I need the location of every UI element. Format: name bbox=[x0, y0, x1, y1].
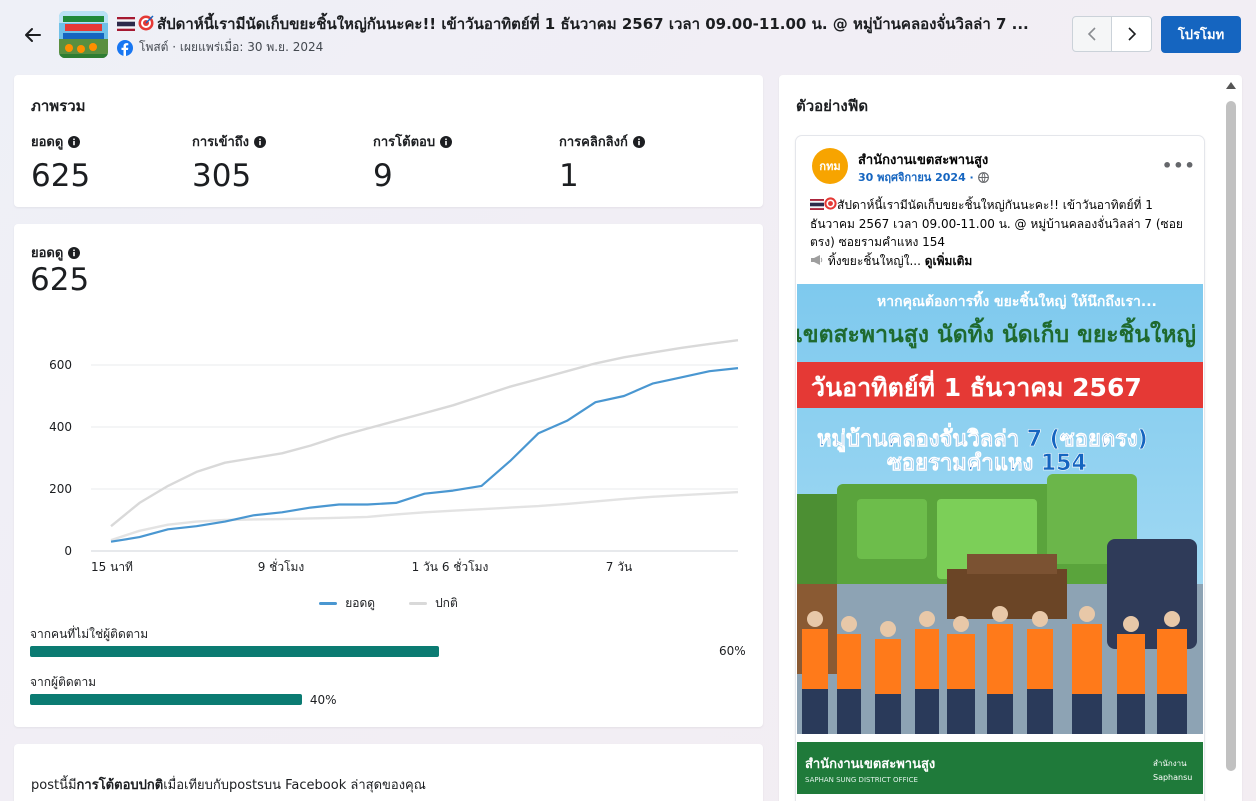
back-arrow-icon[interactable] bbox=[22, 24, 44, 46]
views-total: 625 bbox=[30, 262, 90, 298]
info-icon[interactable] bbox=[632, 135, 645, 148]
legend-item-normal[interactable]: ปกติ bbox=[409, 594, 458, 613]
post-navigation bbox=[1072, 16, 1152, 52]
image-line-3: วันอาทิตย์ที่ 1 ธันวาคม 2567 bbox=[811, 370, 1142, 402]
source-label-followers: จากผู้ติดตาม bbox=[30, 675, 97, 689]
post-meta-text: โพสต์ · เผยแพร่เมื่อ: 30 พ.ย. 2024 bbox=[139, 40, 324, 54]
series-line-normal-lower bbox=[110, 490, 739, 542]
info-icon[interactable] bbox=[440, 135, 453, 148]
feed-preview-card: ตัวอย่างฟีด กทม สำนักงานเขตสะพานสูง 30 พ… bbox=[779, 75, 1242, 801]
overview-card: ภาพรวม ยอดดู 625 การเข้าถึง 305 การโต้ตอ… bbox=[14, 75, 763, 207]
image-line-4: หมู่บ้านคลองจั่นวิลล่า 7 (ซอยตรง) bbox=[817, 422, 1148, 453]
page-name[interactable]: สำนักงานเขตสะพานสูง bbox=[858, 149, 988, 170]
legend-swatch bbox=[409, 602, 428, 605]
image-line-2: เขตสะพานสูง นัดทิ้ง นัดเก็บ ขยะชิ้นใหญ่ bbox=[797, 317, 1196, 349]
post-date-text: 30 พฤศจิกายน 2024 · bbox=[858, 171, 974, 184]
views-label: ยอดดู bbox=[31, 246, 64, 261]
preview-title: ตัวอย่างฟีด bbox=[796, 97, 869, 115]
source-percent: 60% bbox=[719, 644, 746, 658]
series-line-views bbox=[110, 367, 739, 543]
source-bar-fill bbox=[30, 694, 302, 705]
comparison-card: postนี้มีการโต้ตอบปกติเมื่อเทียบกับposts… bbox=[14, 744, 763, 801]
legend-label: ปกติ bbox=[435, 596, 458, 610]
target-icon bbox=[138, 15, 154, 31]
scroll-up-icon[interactable] bbox=[1226, 82, 1236, 89]
globe-icon bbox=[977, 171, 989, 183]
x-tick-label: 15 นาที bbox=[91, 560, 133, 574]
info-icon[interactable] bbox=[68, 246, 81, 259]
x-tick-label: 9 ชั่วโมง bbox=[258, 558, 305, 574]
post-meta: โพสต์ · เผยแพร่เมื่อ: 30 พ.ย. 2024 bbox=[117, 38, 323, 57]
thai-flag-icon bbox=[117, 17, 135, 31]
more-options-icon[interactable]: ••• bbox=[1162, 156, 1196, 175]
stat-views: ยอดดู 625 bbox=[31, 131, 90, 194]
post-date: 30 พฤศจิกายน 2024 · bbox=[858, 168, 989, 186]
legend-label: ยอดดู bbox=[345, 596, 376, 610]
y-tick-label: 400 bbox=[49, 420, 72, 434]
previous-post-button[interactable] bbox=[1072, 16, 1112, 52]
image-line-5: ซอยรามคำแหง 154 bbox=[887, 451, 1087, 476]
image-footer-right-2: Saphansu bbox=[1153, 773, 1192, 782]
views-card: ยอดดู 625 0 200 400 600 15 นาที 9 ชั่วโมง 1 วั… bbox=[14, 224, 763, 727]
source-label-non-followers: จากคนที่ไม่ใช่ผู้ติดตาม bbox=[30, 627, 149, 641]
stat-label: การเข้าถึง bbox=[192, 135, 250, 150]
see-more-link[interactable]: ดูเพิ่มเติม bbox=[925, 254, 973, 268]
post-title-text: สัปดาห์นี้เรามีนัดเก็บขยะชิ้นใหญ่กันนะคะ… bbox=[157, 15, 1029, 33]
stat-reach: การเข้าถึง 305 bbox=[192, 131, 267, 194]
info-icon[interactable] bbox=[68, 135, 81, 148]
post-image[interactable]: หากคุณต้องการทิ้ง ขยะชิ้นใหญ่ ให้นึกถึงเ… bbox=[797, 284, 1203, 794]
facebook-post-preview: กทม สำนักงานเขตสะพานสูง 30 พฤศจิกายน 202… bbox=[796, 136, 1204, 801]
post-thumbnail[interactable] bbox=[59, 11, 108, 58]
comparison-text: postนี้มีการโต้ตอบปกติเมื่อเทียบกับposts… bbox=[31, 774, 426, 795]
x-tick-label: 1 วัน 6 ชั่วโมง bbox=[412, 558, 489, 574]
legend-swatch bbox=[319, 602, 338, 605]
source-bar-fill bbox=[30, 646, 439, 657]
next-post-button[interactable] bbox=[1112, 16, 1152, 52]
info-icon[interactable] bbox=[254, 135, 267, 148]
image-footer-right-1: สำนักงาน bbox=[1153, 759, 1187, 768]
x-tick-label: 7 วัน bbox=[606, 560, 632, 574]
stat-value: 625 bbox=[31, 158, 91, 194]
thai-flag-icon bbox=[810, 199, 824, 210]
comparison-suffix: เมื่อเทียบกับpostsบน Facebook ล่าสุดของค… bbox=[163, 778, 426, 793]
legend-item-views[interactable]: ยอดดู bbox=[319, 594, 375, 613]
source-percent: 40% bbox=[309, 693, 337, 707]
comparison-highlight: การโต้ตอบปกติ bbox=[76, 778, 164, 793]
source-bar-followers bbox=[30, 694, 711, 705]
image-footer-en: SAPHAN SUNG DISTRICT OFFICE bbox=[805, 776, 918, 784]
y-tick-label: 0 bbox=[64, 544, 72, 558]
scroll-thumb[interactable] bbox=[1226, 101, 1236, 771]
post-body: สัปดาห์นี้เรามีนัดเก็บขยะชิ้นใหญ่กันนะคะ… bbox=[810, 196, 1194, 270]
page-avatar[interactable]: กทม bbox=[812, 148, 848, 184]
megaphone-icon bbox=[811, 254, 823, 265]
source-bar-non-followers bbox=[30, 646, 711, 657]
y-tick-label: 200 bbox=[49, 482, 72, 496]
chevron-left-icon bbox=[1087, 27, 1096, 41]
views-line-chart: 0 200 400 600 15 นาที 9 ชั่วโมง 1 วัน 6 ชั่วโม… bbox=[49, 339, 739, 574]
promote-button[interactable]: โปรโมท bbox=[1161, 16, 1241, 53]
comparison-prefix: postนี้มี bbox=[31, 778, 77, 793]
post-body-truncated: ทิ้งขยะชิ้นใหญ่ใ... bbox=[827, 253, 921, 268]
avatar-text: กทม bbox=[819, 160, 841, 173]
image-footer: สำนักงานเขตสะพานสูง bbox=[805, 756, 935, 772]
overview-title: ภาพรวม bbox=[31, 97, 86, 115]
post-title: สัปดาห์นี้เรามีนัดเก็บขยะชิ้นใหญ่กันนะคะ… bbox=[117, 12, 1067, 36]
y-tick-label: 600 bbox=[49, 358, 72, 372]
stat-link-clicks: การคลิกลิงก์ 1 bbox=[559, 131, 645, 194]
stat-interactions: การโต้ตอบ 9 bbox=[373, 131, 453, 194]
stat-value: 305 bbox=[192, 158, 252, 194]
stat-label: การคลิกลิงก์ bbox=[559, 135, 628, 150]
facebook-icon bbox=[117, 39, 133, 56]
target-icon bbox=[824, 197, 837, 210]
top-bar: สัปดาห์นี้เรามีนัดเก็บขยะชิ้นใหญ่กันนะคะ… bbox=[0, 0, 1256, 68]
stat-value: 1 bbox=[559, 158, 579, 194]
preview-scrollbar[interactable] bbox=[1224, 79, 1238, 801]
chevron-right-icon bbox=[1127, 27, 1136, 41]
chart-legend: ยอดดู ปกติ bbox=[14, 594, 763, 613]
stat-label: การโต้ตอบ bbox=[373, 135, 436, 150]
post-body-text: สัปดาห์นี้เรามีนัดเก็บขยะชิ้นใหญ่กันนะคะ… bbox=[810, 198, 1183, 250]
stat-value: 9 bbox=[373, 158, 393, 194]
stat-label: ยอดดู bbox=[31, 135, 64, 150]
